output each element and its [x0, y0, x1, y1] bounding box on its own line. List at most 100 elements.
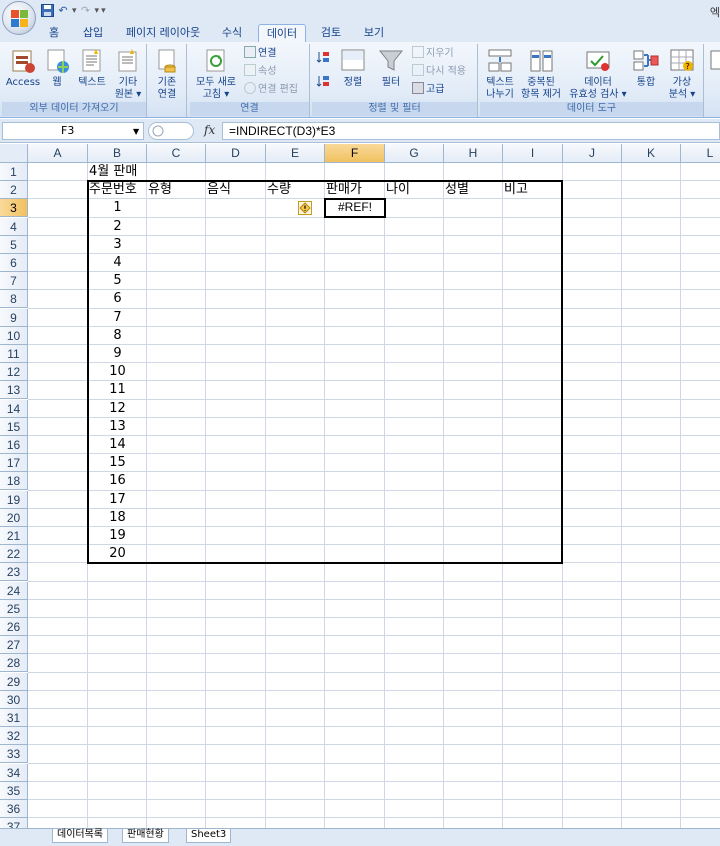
- column-header-A[interactable]: A: [28, 144, 88, 163]
- tab-data[interactable]: 데이터: [258, 24, 306, 42]
- row-header-13[interactable]: 13: [0, 381, 28, 399]
- row-header-34[interactable]: 34: [0, 764, 28, 782]
- row-header-29[interactable]: 29: [0, 673, 28, 691]
- sheet-title-cell[interactable]: 4월 판매: [89, 163, 209, 181]
- column-header-F[interactable]: F: [325, 144, 385, 163]
- row-header-24[interactable]: 24: [0, 582, 28, 600]
- row-header-2[interactable]: 2: [0, 181, 28, 199]
- sort-ascending-button[interactable]: [316, 50, 330, 66]
- text-button[interactable]: 텍스트: [74, 47, 110, 89]
- advanced-filter-button[interactable]: 고급: [412, 82, 444, 98]
- column-header-L[interactable]: L: [681, 144, 720, 163]
- row-header-15[interactable]: 15: [0, 418, 28, 436]
- data-validation-button[interactable]: 데이터 유효성 검사 ▾: [566, 47, 630, 101]
- column-header-I[interactable]: I: [503, 144, 563, 163]
- column-header-B[interactable]: B: [88, 144, 147, 163]
- consolidate-button[interactable]: 통합: [630, 47, 662, 89]
- reapply-button[interactable]: 다시 적용: [412, 64, 466, 80]
- existing-connections-button[interactable]: 기존 연결: [151, 47, 183, 101]
- row-header-1[interactable]: 1: [0, 163, 28, 181]
- selected-cell-f3[interactable]: #REF!: [324, 198, 386, 218]
- save-icon[interactable]: [40, 4, 54, 18]
- tab-insert[interactable]: 삽입: [78, 24, 108, 42]
- row-header-26[interactable]: 26: [0, 618, 28, 636]
- column-header-H[interactable]: H: [444, 144, 503, 163]
- column-header-J[interactable]: J: [563, 144, 622, 163]
- sort-descending-button[interactable]: [316, 74, 330, 90]
- row-header-36[interactable]: 36: [0, 800, 28, 818]
- formula-bar-expand[interactable]: [148, 122, 194, 140]
- row-header-8[interactable]: 8: [0, 290, 28, 308]
- row-header-27[interactable]: 27: [0, 636, 28, 654]
- customize-qat-icon[interactable]: ▾: [101, 6, 106, 16]
- row-header-5[interactable]: 5: [0, 236, 28, 254]
- row-header-20[interactable]: 20: [0, 509, 28, 527]
- sheet-tab-data-list[interactable]: 데이터목록: [52, 829, 108, 843]
- edit-links-button[interactable]: 연결 편집: [244, 82, 298, 98]
- undo-icon[interactable]: ↶: [56, 4, 70, 18]
- row-header-14[interactable]: 14: [0, 400, 28, 418]
- connections-button[interactable]: 연결: [244, 46, 276, 62]
- other-sources-icon: [114, 47, 142, 75]
- outline-button[interactable]: [708, 47, 720, 77]
- column-header-E[interactable]: E: [266, 144, 325, 163]
- row-header-19[interactable]: 19: [0, 491, 28, 509]
- row-header-32[interactable]: 32: [0, 727, 28, 745]
- remove-duplicates-button[interactable]: 중복된 항목 제거: [518, 47, 564, 101]
- column-header-G[interactable]: G: [385, 144, 444, 163]
- row-header-31[interactable]: 31: [0, 709, 28, 727]
- access-button[interactable]: Access: [4, 47, 42, 89]
- row-header-16[interactable]: 16: [0, 436, 28, 454]
- row-header-25[interactable]: 25: [0, 600, 28, 618]
- row-header-7[interactable]: 7: [0, 272, 28, 290]
- tab-view[interactable]: 보기: [358, 24, 390, 42]
- worksheet-grid[interactable]: ABCDEFGHIJKL 1 2 3 4 5 6 7 8 9 10 11 12 13 14 15 16 17 18…: [0, 144, 720, 828]
- row-header-21[interactable]: 21: [0, 527, 28, 545]
- web-button[interactable]: 웹: [44, 47, 70, 89]
- tab-page-layout[interactable]: 페이지 레이아웃: [122, 24, 204, 42]
- clear-button[interactable]: 지우기: [412, 46, 454, 62]
- sheet-tab-sales[interactable]: 판매현황: [122, 829, 169, 843]
- row-header-9[interactable]: 9: [0, 309, 28, 327]
- row-header-11[interactable]: 11: [0, 345, 28, 363]
- row-header-33[interactable]: 33: [0, 745, 28, 763]
- row-header-30[interactable]: 30: [0, 691, 28, 709]
- other-sources-button[interactable]: 기타 원본 ▾: [112, 47, 144, 101]
- office-button[interactable]: [2, 1, 36, 35]
- refresh-all-button[interactable]: 모두 새로 고침 ▾: [192, 47, 240, 101]
- error-warning-icon[interactable]: [298, 201, 312, 215]
- name-box-dropdown-icon[interactable]: ▼: [133, 127, 139, 136]
- row-header-17[interactable]: 17: [0, 454, 28, 472]
- row-header-23[interactable]: 23: [0, 563, 28, 581]
- column-header-C[interactable]: C: [147, 144, 206, 163]
- filter-button[interactable]: 필터: [376, 47, 406, 89]
- row-header-3[interactable]: 3: [0, 199, 28, 217]
- column-header-D[interactable]: D: [206, 144, 266, 163]
- what-if-analysis-button[interactable]: ? 가상 분석 ▾: [664, 47, 700, 101]
- select-all-corner[interactable]: [0, 144, 28, 163]
- row-header-35[interactable]: 35: [0, 782, 28, 800]
- row-header-6[interactable]: 6: [0, 254, 28, 272]
- text-to-columns-button[interactable]: 텍스트 나누기: [482, 47, 518, 101]
- tab-formulas[interactable]: 수식: [216, 24, 248, 42]
- redo-icon[interactable]: ↷: [79, 4, 93, 18]
- row-header-28[interactable]: 28: [0, 654, 28, 672]
- row-header-10[interactable]: 10: [0, 327, 28, 345]
- sheet-tab-sheet3[interactable]: Sheet3: [186, 829, 232, 843]
- tab-review[interactable]: 검토: [316, 24, 346, 42]
- gridline-h: [28, 599, 720, 600]
- undo-dropdown-icon[interactable]: ▾: [72, 6, 77, 16]
- name-box[interactable]: F3: [2, 122, 144, 140]
- column-header-K[interactable]: K: [622, 144, 681, 163]
- row-header-12[interactable]: 12: [0, 363, 28, 381]
- formula-input[interactable]: =INDIRECT(D3)*E3: [222, 122, 720, 140]
- tab-home[interactable]: 홈: [44, 24, 64, 42]
- properties-button[interactable]: 속성: [244, 64, 276, 80]
- row-header-22[interactable]: 22: [0, 545, 28, 563]
- row-header-18[interactable]: 18: [0, 472, 28, 490]
- redo-dropdown-icon[interactable]: ▾: [95, 6, 100, 16]
- row-header-37[interactable]: 37: [0, 818, 28, 828]
- sort-button[interactable]: 정렬: [336, 47, 370, 89]
- insert-function-icon[interactable]: fx: [204, 123, 215, 137]
- row-header-4[interactable]: 4: [0, 218, 28, 236]
